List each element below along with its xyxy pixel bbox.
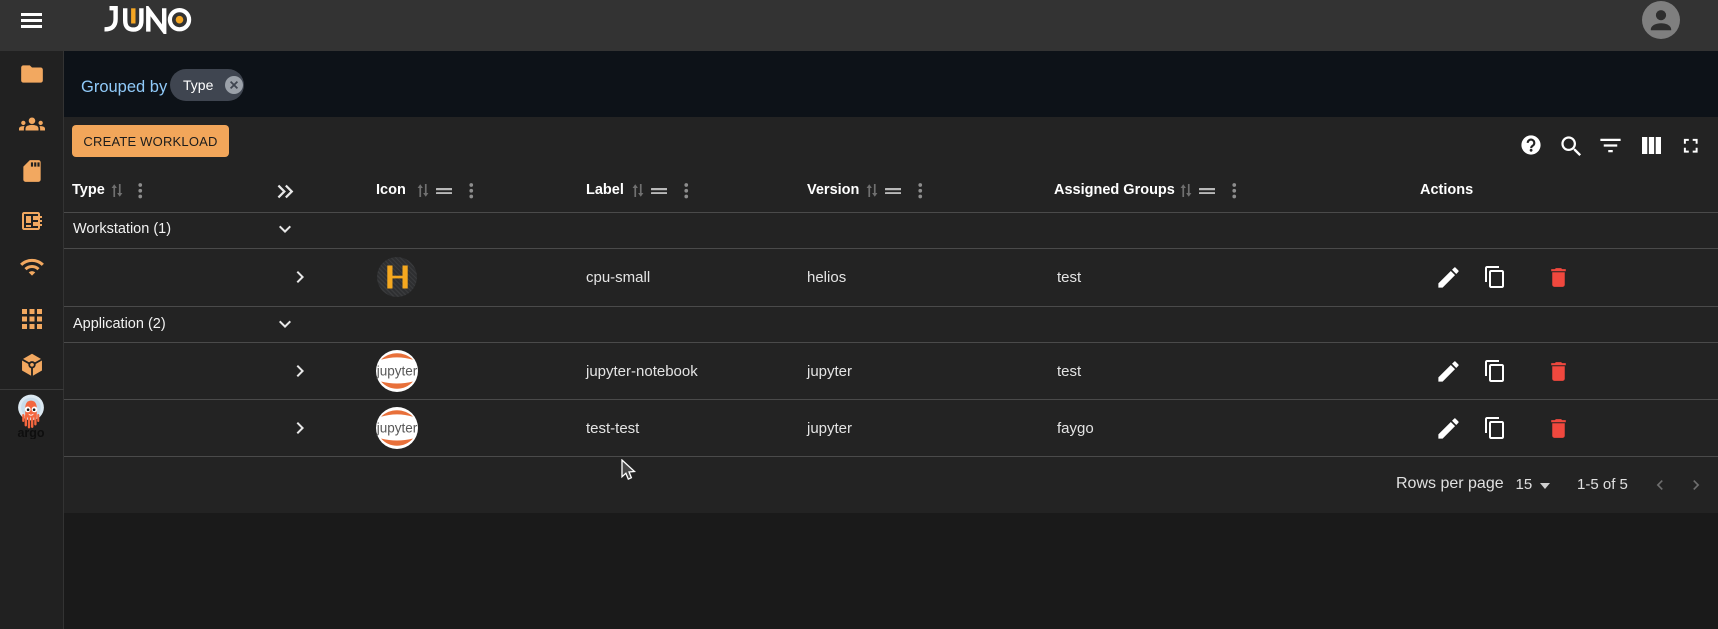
svg-text:argo: argo xyxy=(17,426,44,439)
svg-text:jupyter: jupyter xyxy=(376,364,418,379)
svg-text:jupyter: jupyter xyxy=(376,421,418,436)
